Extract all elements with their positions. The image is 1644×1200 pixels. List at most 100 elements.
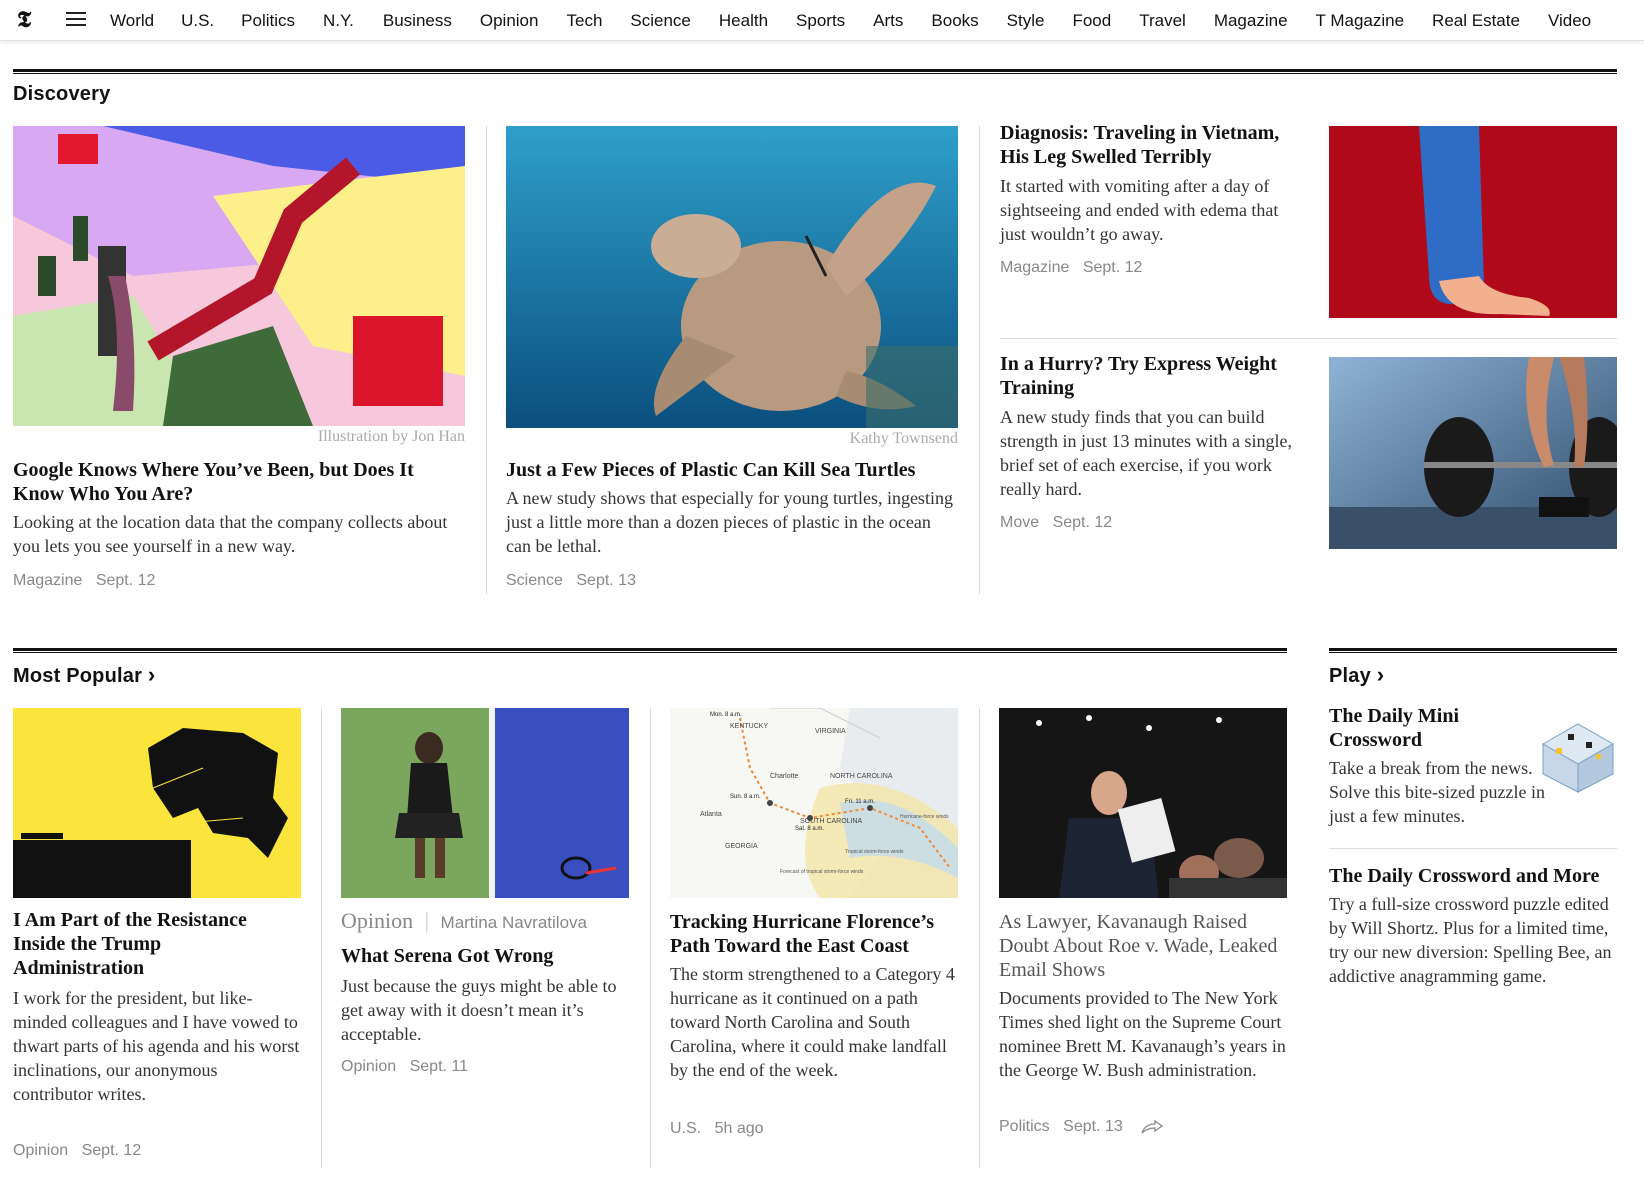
kavanaugh-section[interactable]: Politics xyxy=(999,1118,1050,1135)
serena-byline: Opinion | Martina Navratilova xyxy=(341,908,587,933)
google-illustration[interactable] xyxy=(13,126,465,426)
hurricane-date: 5h ago xyxy=(714,1120,764,1137)
discovery-rule xyxy=(13,69,1617,74)
nav-item-food[interactable]: Food xyxy=(1072,11,1111,31)
kavanaugh-meta: Politics Sept. 13 xyxy=(999,1118,1164,1136)
turtle-image-credit: Kathy Townsend xyxy=(849,430,958,447)
nav-item-t-magazine[interactable]: T Magazine xyxy=(1316,11,1405,31)
map-label-fri: Fri. 11 a.m. xyxy=(845,799,875,805)
nav-item-us[interactable]: U.S. xyxy=(181,11,214,31)
diagnosis-date: Sept. 12 xyxy=(1082,259,1143,276)
google-meta: Magazine Sept. 12 xyxy=(13,572,155,590)
mini-crossword-summary: Take a break from the news. Solve this b… xyxy=(1329,758,1545,826)
discovery-title: Discovery xyxy=(13,83,111,105)
kavanaugh-summary: Documents provided to The New York Times… xyxy=(999,988,1286,1080)
sea-turtle-photo[interactable] xyxy=(506,126,958,428)
hamburger-menu-icon[interactable] xyxy=(66,12,86,28)
resistance-section[interactable]: Opinion xyxy=(13,1142,68,1159)
divider xyxy=(486,126,487,594)
google-image-credit: Illustration by Jon Han xyxy=(317,428,465,445)
nav-item-science[interactable]: Science xyxy=(630,11,690,31)
weights-summary: A new study finds that you can build str… xyxy=(1000,407,1292,499)
mini-crossword-illustration[interactable] xyxy=(1538,714,1618,794)
weights-date: Sept. 12 xyxy=(1052,514,1113,531)
nav-item-arts[interactable]: Arts xyxy=(873,11,903,31)
hurricane-section[interactable]: U.S. xyxy=(670,1120,701,1137)
play-label: Play xyxy=(1329,665,1371,687)
map-label-sc: SOUTH CAROLINA xyxy=(800,818,863,825)
divider xyxy=(650,708,651,1168)
most-popular-title[interactable]: Most Popular › xyxy=(13,662,155,688)
map-label-forecast: Forecast of tropical storm-force winds xyxy=(780,869,864,875)
mini-crossword-headline[interactable]: The Daily Mini Crossword xyxy=(1329,704,1509,752)
map-label-nc: NORTH CAROLINA xyxy=(830,773,893,780)
most-popular-rule xyxy=(13,648,1287,653)
nav-item-world[interactable]: World xyxy=(110,11,154,31)
weights-section[interactable]: Move xyxy=(1000,514,1039,531)
nav-item-video[interactable]: Video xyxy=(1548,11,1591,31)
nav-item-travel[interactable]: Travel xyxy=(1139,11,1186,31)
hurricane-summary: The storm strengthened to a Category 4 h… xyxy=(670,964,955,1080)
turtle-section[interactable]: Science xyxy=(506,572,563,589)
section-nav: World U.S. Politics N.Y. Business Opinio… xyxy=(110,0,1591,41)
diagnosis-section[interactable]: Magazine xyxy=(1000,259,1069,276)
share-arrow-icon[interactable] xyxy=(1141,1118,1164,1135)
nav-item-style[interactable]: Style xyxy=(1007,11,1045,31)
resistance-headline[interactable]: I Am Part of the Resistance Inside the T… xyxy=(13,908,293,980)
nav-item-magazine[interactable]: Magazine xyxy=(1214,11,1288,31)
kavanaugh-headline[interactable]: As Lawyer, Kavanaugh Raised Doubt About … xyxy=(999,910,1287,982)
nav-item-opinion[interactable]: Opinion xyxy=(480,11,539,31)
divider xyxy=(979,126,980,594)
nav-item-real-estate[interactable]: Real Estate xyxy=(1432,11,1520,31)
divider xyxy=(1329,848,1617,849)
serena-section[interactable]: Opinion xyxy=(341,1058,396,1075)
nav-item-books[interactable]: Books xyxy=(931,11,978,31)
weights-headline[interactable]: In a Hurry? Try Express Weight Training xyxy=(1000,352,1300,400)
map-label-mon: Mon. 8 a.m. xyxy=(710,712,742,718)
map-label-charlotte: Charlotte xyxy=(770,773,799,780)
serena-headline[interactable]: What Serena Got Wrong xyxy=(341,944,629,968)
kavanaugh-photo[interactable] xyxy=(999,708,1287,898)
resistance-summary: I work for the president, but like-minde… xyxy=(13,988,300,1104)
hurricane-meta: U.S. 5h ago xyxy=(670,1120,764,1138)
nyt-logo[interactable]: 𝕿 xyxy=(17,6,31,34)
hurricane-map[interactable]: KENTUCKY VIRGINIA NORTH CAROLINA SOUTH C… xyxy=(670,708,958,898)
nav-item-health[interactable]: Health xyxy=(719,11,768,31)
google-summary: Looking at the location data that the co… xyxy=(13,512,448,556)
google-date: Sept. 12 xyxy=(95,572,156,589)
turtle-headline[interactable]: Just a Few Pieces of Plastic Can Kill Se… xyxy=(506,458,958,482)
weights-meta: Move Sept. 12 xyxy=(1000,514,1112,532)
nav-item-business[interactable]: Business xyxy=(383,11,452,31)
turtle-meta: Science Sept. 13 xyxy=(506,572,636,590)
divider xyxy=(979,708,980,1168)
nav-item-tech[interactable]: Tech xyxy=(566,11,602,31)
daily-crossword-headline[interactable]: The Daily Crossword and More xyxy=(1329,864,1617,888)
serena-author[interactable]: Martina Navratilova xyxy=(441,913,587,932)
nav-item-politics[interactable]: Politics xyxy=(241,11,295,31)
nav-item-ny[interactable]: N.Y. xyxy=(323,11,354,31)
nav-item-sports[interactable]: Sports xyxy=(796,11,845,31)
turtle-summary: A new study shows that especially for yo… xyxy=(506,488,953,556)
weight-training-photo[interactable] xyxy=(1329,357,1617,549)
map-label-hurricane-winds: Hurricane-force winds xyxy=(900,814,949,820)
most-popular-label: Most Popular xyxy=(13,665,143,687)
swollen-leg-illustration[interactable] xyxy=(1329,126,1617,318)
map-label-virginia: VIRGINIA xyxy=(815,728,846,735)
chevron-right-icon: › xyxy=(147,662,156,687)
map-label-sat: Sat. 8 a.m. xyxy=(795,826,824,832)
hurricane-headline[interactable]: Tracking Hurricane Florence’s Path Towar… xyxy=(670,910,958,958)
chevron-right-icon: › xyxy=(1376,662,1385,687)
divider xyxy=(321,708,322,1168)
play-title[interactable]: Play › xyxy=(1329,662,1384,688)
diagnosis-headline[interactable]: Diagnosis: Traveling in Vietnam, His Leg… xyxy=(1000,121,1300,169)
resistance-illustration[interactable] xyxy=(13,708,301,898)
daily-crossword-summary: Try a full-size crossword puzzle edited … xyxy=(1329,894,1612,986)
serena-photo[interactable] xyxy=(341,708,629,898)
map-label-georgia: GEORGIA xyxy=(725,843,758,850)
google-section[interactable]: Magazine xyxy=(13,572,82,589)
google-headline[interactable]: Google Knows Where You’ve Been, but Does… xyxy=(13,458,453,506)
serena-kicker[interactable]: Opinion xyxy=(341,908,413,933)
serena-date: Sept. 11 xyxy=(409,1058,469,1075)
map-label-sun: Sun. 8 a.m. xyxy=(730,794,761,800)
map-label-atlanta: Atlanta xyxy=(700,811,722,818)
